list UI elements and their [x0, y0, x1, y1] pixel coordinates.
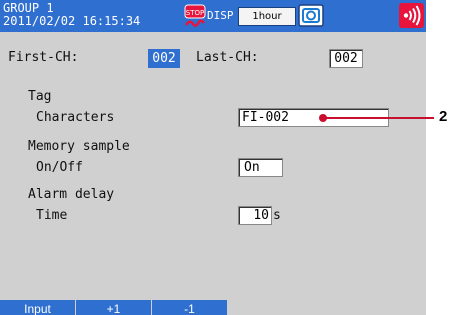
period-indicator: 1hour: [238, 7, 296, 26]
alarm-icon: [399, 3, 424, 28]
status-header: GROUP 1 2011/02/02 16:15:34 STOP DISP 1h…: [0, 0, 426, 32]
first-ch-field[interactable]: 002: [148, 49, 180, 68]
alarm-delay-heading: Alarm delay: [28, 187, 115, 202]
memory-sample-heading: Memory sample: [28, 139, 130, 154]
memory-onoff-field[interactable]: On: [238, 158, 283, 177]
softkey-plus-one[interactable]: +1: [76, 300, 151, 315]
disp-label: DISP: [207, 9, 234, 22]
time-label: Time: [36, 208, 68, 223]
time-unit: s: [273, 208, 281, 223]
date-time: 2011/02/02 16:15:34: [3, 14, 141, 28]
last-ch-label: Last-CH:: [196, 50, 259, 65]
svg-text:STOP: STOP: [186, 9, 204, 17]
callout-number: 2: [439, 108, 448, 125]
alarm-delay-time-field[interactable]: 10: [238, 206, 272, 225]
first-ch-label: First-CH:: [8, 50, 79, 65]
last-ch-field[interactable]: 002: [329, 49, 363, 68]
tag-heading: Tag: [28, 89, 52, 104]
softkey-input[interactable]: Input: [0, 300, 75, 315]
softkey-bar: Input +1 -1: [0, 300, 426, 315]
camera-icon: [298, 4, 324, 27]
onoff-label: On/Off: [36, 160, 83, 175]
callout-line: [326, 117, 434, 119]
stop-icon: STOP: [184, 4, 206, 27]
characters-label: Characters: [36, 110, 115, 125]
softkey-minus-one[interactable]: -1: [152, 300, 227, 315]
recorder-screen: GROUP 1 2011/02/02 16:15:34 STOP DISP 1h…: [0, 0, 426, 315]
